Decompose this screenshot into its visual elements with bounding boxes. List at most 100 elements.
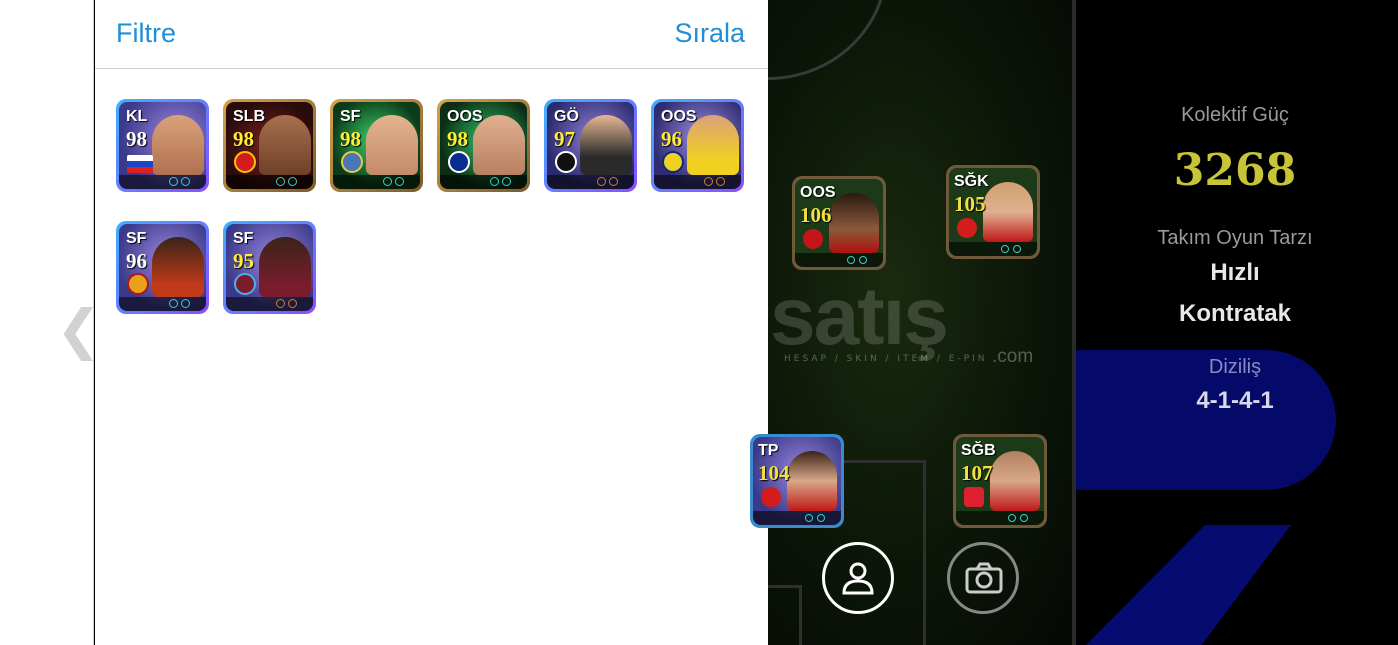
card-position: OOS: [800, 184, 836, 201]
club-badge-icon: [662, 151, 684, 173]
skill-dot-icon: [847, 256, 855, 264]
skill-dot-icon: [288, 177, 297, 186]
card-footer: [440, 175, 527, 189]
player-portrait: [366, 115, 418, 175]
team-power-value: 3268: [1173, 145, 1297, 196]
card-rating: 106: [800, 203, 832, 227]
pitch-center-arc: [768, 0, 888, 80]
lineup-card[interactable]: TP 104: [750, 434, 844, 528]
card-rating: 98: [340, 127, 361, 151]
skill-dot-icon: [805, 514, 813, 522]
card-position: SF: [340, 108, 361, 125]
card-rating: 96: [126, 249, 147, 273]
skill-dot-icon: [704, 177, 713, 186]
lineup-card[interactable]: OOS 106: [792, 176, 886, 270]
card-rating: 98: [233, 127, 254, 151]
card-position: SF: [233, 230, 254, 247]
lineup-card[interactable]: SĞK 105: [946, 165, 1040, 259]
player-portrait: [580, 115, 632, 175]
skill-dot-icon: [1001, 245, 1009, 253]
card-position: SĞB: [961, 442, 996, 459]
card-rating: 97: [554, 127, 575, 151]
card-footer: [226, 297, 313, 311]
skill-dot-icon: [609, 177, 618, 186]
player-card[interactable]: OOS 96: [651, 99, 744, 192]
formation-label: Diziliş: [1208, 356, 1262, 378]
card-rating: 98: [447, 127, 468, 151]
card-position: OOS: [447, 108, 483, 125]
skill-dot-icon: [169, 177, 178, 186]
left-gutter: ❮: [0, 0, 101, 645]
card-position: KL: [126, 108, 148, 125]
skill-dot-icon: [1013, 245, 1021, 253]
skill-dot-icon: [288, 299, 297, 308]
player-card[interactable]: GÖ 97: [544, 99, 637, 192]
player-portrait: [990, 451, 1040, 511]
card-rating: 104: [758, 461, 790, 485]
skill-dot-icon: [597, 177, 606, 186]
card-rating: 95: [233, 249, 254, 273]
card-footer: [795, 253, 883, 267]
skill-dot-icon: [395, 177, 404, 186]
watermark-word: satış: [770, 271, 949, 362]
chevron-left-icon[interactable]: ❮: [56, 300, 101, 360]
player-card[interactable]: OOS 98: [437, 99, 530, 192]
filter-button[interactable]: Filtre: [116, 18, 176, 49]
card-position: GÖ: [554, 108, 579, 125]
player-portrait: [787, 451, 837, 511]
skill-dot-icon: [490, 177, 499, 186]
skill-dot-icon: [1020, 514, 1028, 522]
skill-dot-icon: [181, 299, 190, 308]
team-stats-panel: Kolektif Güç 3268 Takım Oyun Tarzı Hızlı…: [1076, 0, 1398, 645]
card-rating: 105: [954, 192, 986, 216]
person-icon: [842, 562, 874, 595]
sort-button[interactable]: Sırala: [674, 18, 745, 49]
club-badge-icon: [761, 487, 781, 507]
play-style-value-line2: Kontratak: [1178, 300, 1292, 327]
skill-dot-icon: [276, 299, 285, 308]
player-card[interactable]: KL 98: [116, 99, 209, 192]
play-style-value-line1: Hızlı: [1210, 259, 1260, 286]
card-footer: [949, 242, 1037, 256]
player-view-button[interactable]: [822, 542, 894, 614]
card-rating: 96: [661, 127, 682, 151]
player-portrait: [152, 115, 204, 175]
card-rating: 107: [961, 461, 993, 485]
skill-dot-icon: [859, 256, 867, 264]
skill-dot-icon: [383, 177, 392, 186]
card-footer: [119, 175, 206, 189]
card-position: OOS: [661, 108, 697, 125]
club-badge-icon: [234, 151, 256, 173]
club-badge-icon: [127, 273, 149, 295]
card-position: TP: [758, 442, 779, 459]
player-card[interactable]: SF 98: [330, 99, 423, 192]
card-footer: [226, 175, 313, 189]
pitch-goal-box: [768, 585, 802, 645]
watermark-tagline: HESAP / SKIN / ITEM / E-PIN: [784, 354, 988, 364]
skill-dot-icon: [169, 299, 178, 308]
site-watermark: satış HESAP / SKIN / ITEM / E-PIN .com: [770, 270, 1040, 370]
skill-dot-icon: [1008, 514, 1016, 522]
card-footer: [654, 175, 741, 189]
club-badge-icon: [341, 151, 363, 173]
player-card[interactable]: SF 95: [223, 221, 316, 314]
club-badge-icon: [803, 229, 823, 249]
flag-badge-icon: [127, 155, 153, 173]
player-portrait: [983, 182, 1033, 242]
card-position: SF: [126, 230, 147, 247]
player-card[interactable]: SLB 98: [223, 99, 316, 192]
watermark-domain: .com: [992, 346, 1034, 367]
player-card[interactable]: SF 96: [116, 221, 209, 314]
player-portrait: [829, 193, 879, 253]
lineup-card[interactable]: SĞB 107: [953, 434, 1047, 528]
skill-dot-icon: [181, 177, 190, 186]
card-footer: [956, 511, 1044, 525]
club-badge-icon: [234, 273, 256, 295]
decorative-stripe: [1076, 525, 1291, 645]
player-portrait: [259, 237, 311, 297]
formation-value[interactable]: 4-1-4-1: [1076, 387, 1394, 415]
card-footer: [333, 175, 420, 189]
card-rating: 98: [126, 127, 147, 151]
club-badge-icon: [448, 151, 470, 173]
camera-button[interactable]: [947, 542, 1019, 614]
